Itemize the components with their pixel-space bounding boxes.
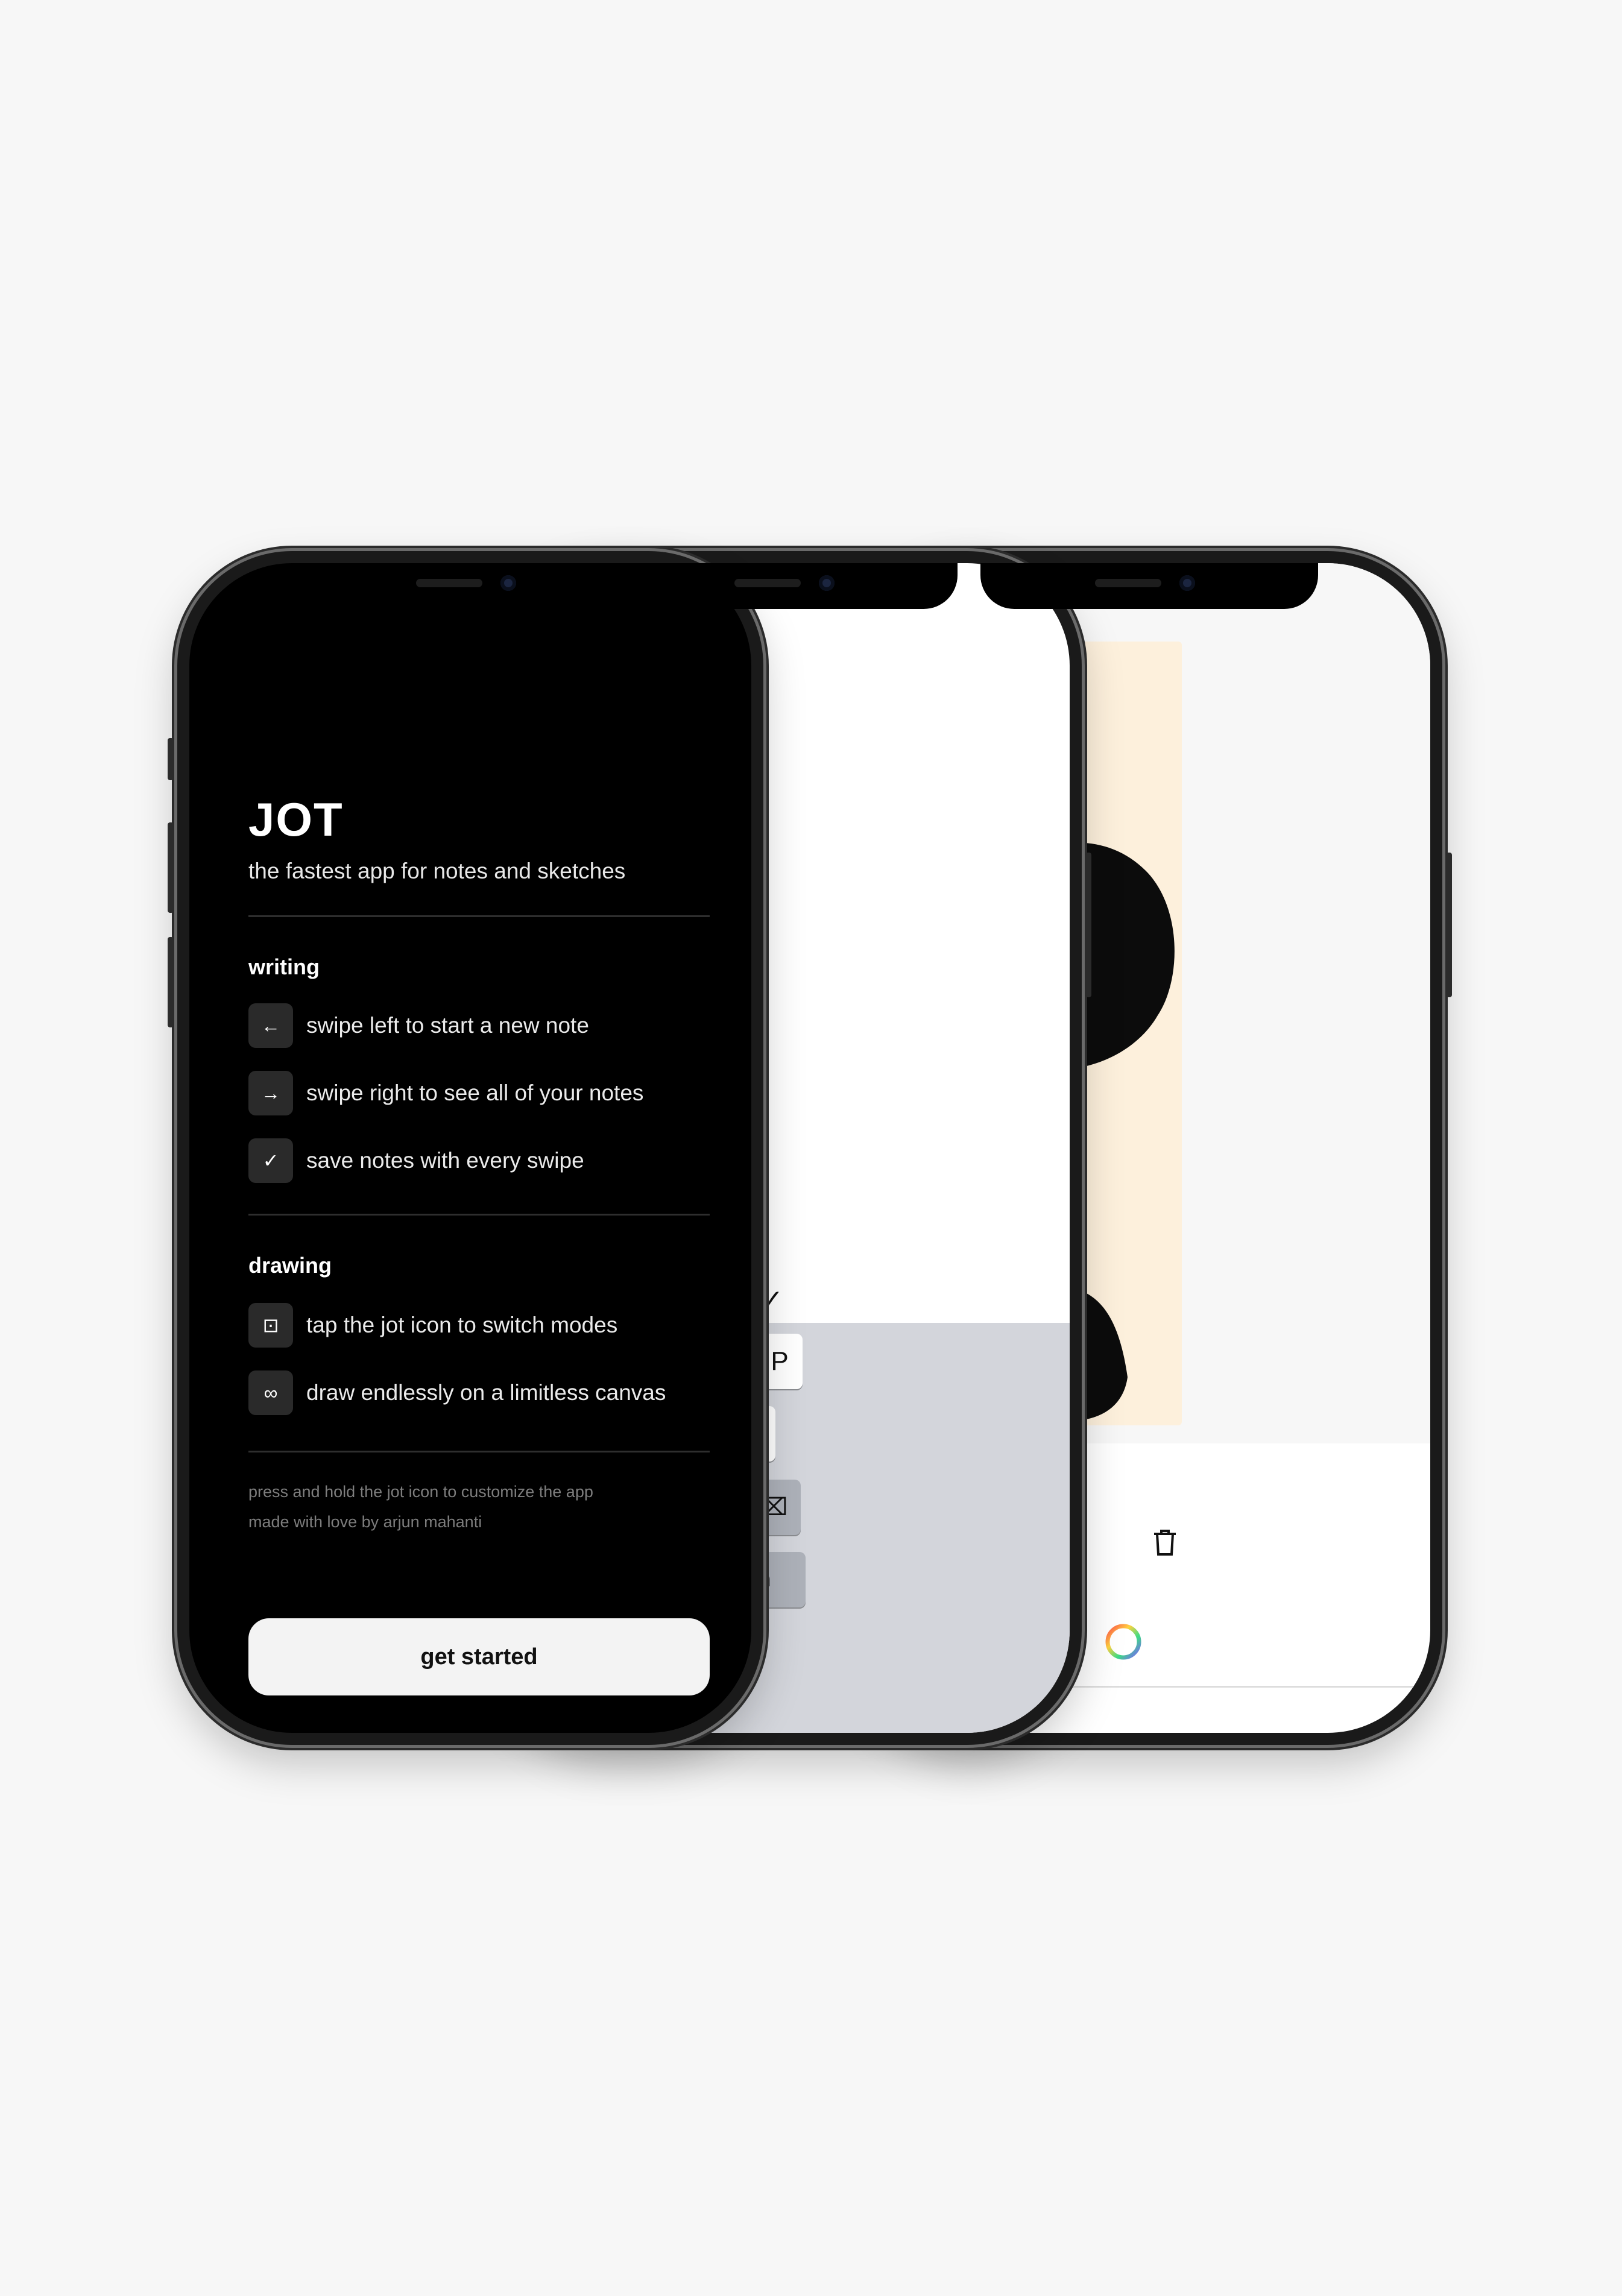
trash-icon[interactable] [1152, 1528, 1178, 1557]
arrow-left-icon: ← [248, 1003, 293, 1048]
drawing-item: ∞ draw endlessly on a limitless canvas [248, 1359, 710, 1427]
notch [980, 563, 1318, 609]
side-button [1446, 853, 1452, 997]
jot-mode-icon: ⊡ [248, 1303, 293, 1348]
phone-intro: JOT the fastest app for notes and sketch… [168, 551, 763, 1745]
arrow-right-icon: → [248, 1071, 293, 1115]
writing-list: ← swipe left to start a new note → swipe ri… [248, 992, 710, 1194]
drawing-item-text: draw endlessly on a limitless canvas [306, 1380, 666, 1405]
jot-logo[interactable]: JOT [248, 792, 710, 847]
infinity-icon: ∞ [248, 1370, 293, 1415]
volume-down-button [168, 937, 174, 1027]
tagline: the fastest app for notes and sketches [248, 859, 626, 883]
writing-item-text: swipe left to start a new note [306, 1013, 589, 1038]
footnote-customize: press and hold the jot icon to customize… [248, 1483, 593, 1501]
checkmark-icon: ✓ [248, 1138, 293, 1183]
drawing-item: ⊡ tap the jot icon to switch modes [248, 1292, 710, 1359]
drawing-section-title: drawing [248, 1253, 332, 1278]
writing-item: ← swipe left to start a new note [248, 992, 710, 1059]
key-p[interactable]: P [757, 1334, 803, 1389]
writing-item-text: swipe right to see all of your notes [306, 1080, 644, 1105]
footnote-credits: made with love by arjun mahanti [248, 1513, 482, 1531]
drawing-item-text: tap the jot icon to switch modes [306, 1313, 618, 1337]
intro-content: JOT the fastest app for notes and sketch… [248, 792, 710, 1537]
writing-item-text: save notes with every swipe [306, 1148, 584, 1173]
notch [301, 563, 639, 609]
drawing-list: ⊡ tap the jot icon to switch modes ∞ draw e… [248, 1292, 710, 1427]
volume-up-button [168, 822, 174, 913]
side-button [1085, 853, 1091, 997]
get-started-button[interactable]: get started [248, 1618, 710, 1695]
divider [248, 915, 710, 917]
writing-item: → swipe right to see all of your notes [248, 1059, 710, 1127]
divider [248, 1214, 710, 1216]
divider [248, 1451, 710, 1452]
notch [620, 563, 958, 609]
color-picker-icon[interactable] [1105, 1623, 1142, 1660]
writing-item: ✓ save notes with every swipe [248, 1127, 710, 1194]
intro-screen: JOT the fastest app for notes and sketch… [189, 563, 751, 1733]
writing-section-title: writing [248, 954, 320, 979]
done-checkmark-icon[interactable]: ✓ [761, 1284, 783, 1315]
mute-switch [168, 738, 174, 780]
